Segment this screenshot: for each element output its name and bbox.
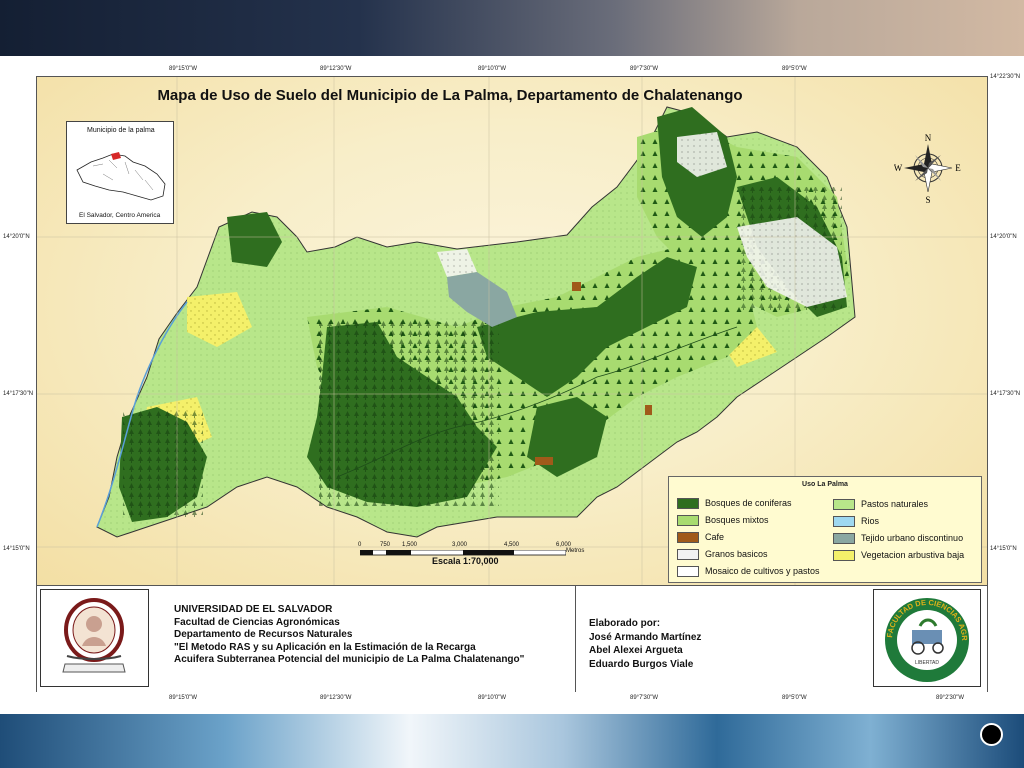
north-arrow: N S E W (894, 132, 962, 205)
institution-line: Departamento de Recursos Naturales (174, 629, 353, 640)
faculty-seal-icon: FACULTAD DE CIENCIAS AGRONOMICAS LIBERTA… (871, 583, 969, 682)
scale-tick: 750 (380, 542, 391, 548)
institution-line: Acuifera Subterranea Potencial del munic… (174, 654, 525, 665)
faculty-logo-box: FACULTAD DE CIENCIAS AGRONOMICAS LIBERTA… (871, 583, 981, 687)
coord-bottom: 89°15'0"W (169, 695, 198, 701)
info-panel: UNIVERSIDAD DE EL SALVADOR Facultad de C… (37, 583, 987, 692)
legend-swatch-cafe (677, 531, 699, 543)
legend-swatch-pastos-naturales (833, 498, 855, 510)
legend-item: Bosques mixtos (677, 513, 769, 527)
legend-item: Rios (833, 514, 879, 528)
compass-e: E (955, 163, 961, 173)
slide-background-top (0, 0, 1024, 56)
coord-top: 89°10'0"W (478, 66, 507, 72)
inset-map: Municipio de la palma El Salvador, Centr… (66, 121, 174, 224)
compass-s: S (925, 195, 930, 204)
coord-left: 14°20'0"N (3, 234, 30, 240)
scale-tick: 0 (358, 542, 362, 548)
coord-left: 14°15'0"N (3, 546, 30, 552)
legend-label: Tejido urbano discontinuo (861, 533, 964, 543)
institution-line: "El Metodo RAS y su Aplicación en la Est… (174, 641, 476, 653)
legend-swatch-granos-basicos (677, 548, 699, 560)
compass-rose-icon: N S E W (894, 133, 962, 205)
institution-line: Facultad de Ciencias Agronómicas (174, 616, 340, 628)
inset-caption: El Salvador, Centro America (79, 212, 161, 219)
legend-title: Uso La Palma (802, 481, 848, 488)
conifer-pattern-overlay (319, 321, 499, 506)
credits-author: Eduardo Burgos Viale (589, 658, 694, 670)
credits-author: Abel Alexei Argueta (589, 645, 683, 656)
institution-block: UNIVERSIDAD DE EL SALVADOR Facultad de C… (174, 604, 524, 667)
coord-bottom: 89°12'30"W (320, 695, 352, 701)
area-cafe (572, 282, 581, 291)
legend-swatch-rios (833, 515, 855, 527)
area-cafe (535, 457, 553, 465)
coord-bottom: 89°7'30"W (630, 695, 659, 701)
coord-right: 14°17'30"N (990, 391, 1021, 397)
legend-item: Mosaico de cultivos y pastos (677, 564, 820, 578)
legend-item: Vegetacion arbustiva baja (833, 548, 964, 562)
legend-swatch-mosaico (677, 565, 699, 577)
scale-unit: Metros (566, 548, 585, 554)
legend-label: Mosaico de cultivos y pastos (705, 566, 820, 576)
coord-top: 89°7'30"W (630, 66, 659, 72)
legend-swatch-tejido-urbano (833, 532, 855, 544)
legend-swatch-vegetacion-arbustiva (833, 549, 855, 561)
seal-inner-text: LIBERTAD (915, 660, 939, 666)
legend-swatch-bosques-coniferas (677, 497, 699, 509)
legend-item: Pastos naturales (833, 497, 928, 511)
legend-label: Granos basicos (705, 549, 768, 559)
coord-right: 14°20'0"N (990, 234, 1017, 240)
legend-label: Bosques de coniferas (705, 498, 792, 508)
scale-tick: 4,500 (504, 542, 520, 548)
conifer-pattern-overlay (123, 409, 203, 519)
map-title: Mapa de Uso de Suelo del Municipio de La… (157, 87, 743, 104)
legend-item: Bosques de coniferas (677, 496, 792, 510)
compass-w: W (894, 163, 903, 173)
compass-n: N (925, 133, 932, 143)
legend-item: Granos basicos (677, 547, 768, 561)
legend-label: Bosques mixtos (705, 515, 769, 525)
coord-left: 14°17'30"N (3, 391, 34, 397)
legend-label: Pastos naturales (861, 499, 929, 509)
institution-line: UNIVERSIDAD DE EL SALVADOR (174, 604, 333, 615)
legend-label: Cafe (705, 532, 725, 542)
university-seal-icon (62, 598, 126, 673)
area-cafe (645, 405, 652, 415)
coord-bottom: 89°5'0"W (782, 695, 807, 701)
legend-item: Tejido urbano discontinuo (833, 531, 963, 545)
inset-title: Municipio de la palma (87, 127, 155, 134)
credits-block: Elaborado por: José Armando Martínez Abe… (589, 617, 701, 671)
coord-top: 89°15'0"W (169, 66, 198, 72)
coord-top: 89°5'0"W (782, 66, 807, 72)
coord-bottom: 89°2'30"W (936, 695, 965, 701)
scale-tick: 1,500 (402, 542, 418, 548)
slide-background-bottom (0, 714, 1024, 768)
legend-swatch-bosques-mixtos (677, 514, 699, 526)
scale-tick: 3,000 (452, 542, 468, 548)
legend-label: Vegetacion arbustiva baja (861, 550, 965, 560)
credits-author: José Armando Martínez (589, 631, 702, 643)
scale-label: Escala 1:70,000 (432, 556, 499, 566)
el-salvador-outline (76, 152, 166, 201)
legend: Uso La Palma Bosques de coniferas Bosque… (668, 476, 982, 583)
legend-label: Rios (861, 516, 880, 526)
slide-navigation-dot[interactable] (980, 723, 1003, 746)
legend-item: Cafe (677, 530, 724, 544)
panel-divider (575, 586, 576, 692)
coord-bottom: 89°10'0"W (478, 695, 507, 701)
coord-top: 14°22'30"N (990, 74, 1021, 80)
university-logo-box (40, 589, 149, 687)
coord-top: 89°12'30"W (320, 66, 352, 72)
coord-right: 14°15'0"N (990, 546, 1017, 552)
credits-heading: Elaborado por: (589, 618, 661, 629)
